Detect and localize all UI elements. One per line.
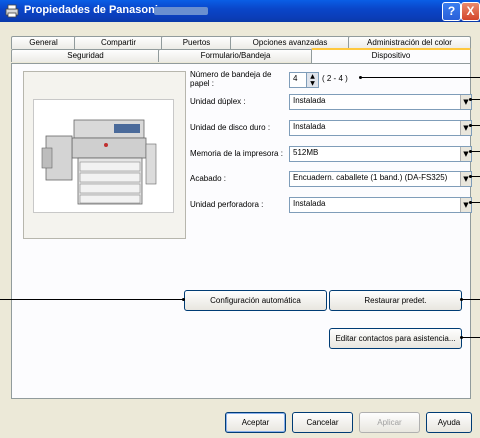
tab-puertos[interactable]: Puertos [161, 36, 232, 49]
callout-line [462, 337, 480, 338]
apply-button[interactable]: Aplicar [359, 412, 420, 433]
callout-line [462, 299, 480, 300]
callout-line [0, 299, 184, 300]
duplex-select[interactable]: Instalada ▼ [289, 94, 472, 110]
memory-select[interactable]: 512MB ▼ [289, 146, 472, 162]
spin-up-icon[interactable]: ▲ [307, 73, 318, 80]
printer-image [33, 99, 174, 213]
hdd-label: Unidad de disco duro : [190, 123, 271, 132]
memory-value: 512MB [293, 148, 319, 157]
ok-button[interactable]: Aceptar [225, 412, 286, 433]
callout-dot [182, 298, 185, 301]
callout-line [471, 151, 480, 152]
callout-line [361, 77, 480, 78]
window-title: Propiedades de Panasonic [24, 4, 164, 16]
punch-label: Unidad perforadora : [190, 200, 264, 209]
tray-count-spin-buttons[interactable]: ▲ ▼ [306, 73, 318, 87]
edit-contacts-button[interactable]: Editar contactos para asistencia... [329, 328, 462, 349]
restore-defaults-button[interactable]: Restaurar predet. [329, 290, 462, 311]
memory-label: Memoria de la impresora : [190, 149, 283, 158]
hdd-value: Instalada [293, 122, 326, 131]
spin-down-icon[interactable]: ▼ [307, 80, 318, 87]
printer-illustration-icon [41, 119, 157, 205]
callout-line [471, 99, 480, 100]
duplex-value: Instalada [293, 96, 326, 105]
punch-select[interactable]: Instalada ▼ [289, 197, 472, 213]
tray-count-label-text: Número de bandeja de papel : [190, 70, 272, 88]
callout-line [471, 202, 480, 203]
tray-count-label: Número de bandeja de papel : [190, 70, 286, 88]
help-button[interactable]: Ayuda [426, 412, 472, 433]
punch-value: Instalada [293, 199, 326, 208]
finisher-label: Acabado : [190, 174, 227, 183]
help-title-button[interactable]: ? [442, 2, 461, 21]
tab-compartir[interactable]: Compartir [74, 36, 163, 49]
cancel-button[interactable]: Cancelar [292, 412, 353, 433]
tab-seguridad[interactable]: Seguridad [11, 49, 160, 62]
tab-general[interactable]: General [11, 36, 76, 49]
duplex-label: Unidad dúplex : [190, 97, 246, 106]
properties-window: Propiedades de Panasonic ? X General Com… [0, 0, 480, 438]
tray-count-stepper[interactable]: 4 ▲ ▼ [289, 72, 319, 88]
tab-formulario-bandeja[interactable]: Formulario/Bandeja [158, 49, 313, 62]
finisher-value: Encuadern. caballete (1 band.) (DA-FS325… [293, 173, 448, 182]
tray-count-value: 4 [293, 74, 298, 83]
tray-count-range: ( 2 - 4 ) [322, 74, 348, 83]
tab-dispositivo[interactable]: Dispositivo [311, 48, 471, 63]
auto-config-button[interactable]: Configuración automática [184, 290, 327, 311]
callout-line [471, 125, 480, 126]
printer-icon [5, 4, 19, 18]
finisher-select[interactable]: Encuadern. caballete (1 band.) (DA-FS325… [289, 171, 472, 187]
callout-line [471, 176, 480, 177]
close-title-button[interactable]: X [461, 2, 480, 21]
redacted-printer-name [154, 7, 208, 15]
title-bar[interactable]: Propiedades de Panasonic ? X [0, 0, 480, 22]
hdd-select[interactable]: Instalada ▼ [289, 120, 472, 136]
